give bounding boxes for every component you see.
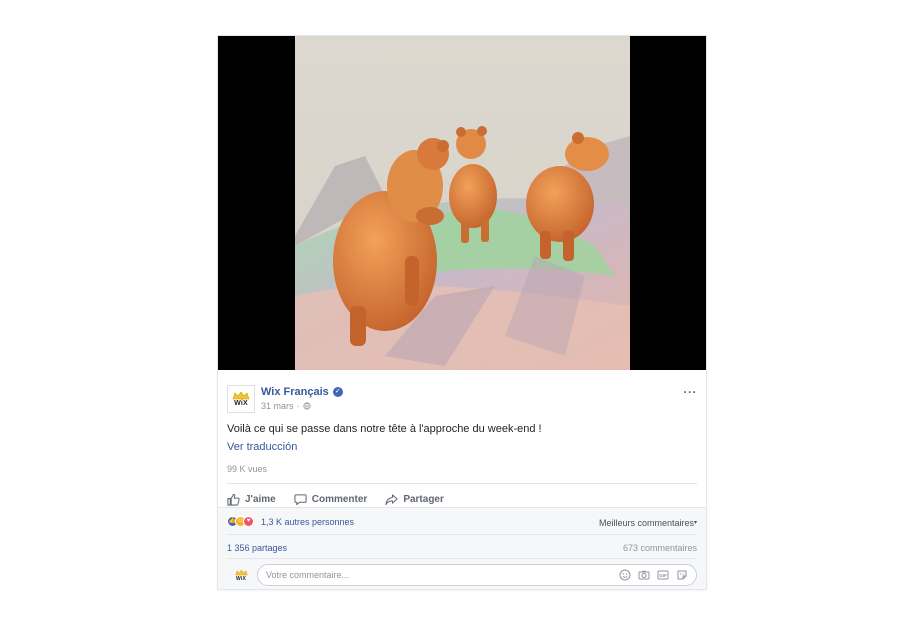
avatar-logo-text: WiX bbox=[234, 399, 248, 407]
audience-globe-icon bbox=[302, 402, 311, 410]
post-card: WiX Wix Français ✓ 31 mars · ··· Voilà c… bbox=[218, 36, 706, 589]
reaction-count[interactable]: 1,3 K autres personnes bbox=[261, 517, 354, 527]
share-count[interactable]: 1 356 partages bbox=[227, 543, 287, 553]
commenter-avatar[interactable]: WiX bbox=[231, 565, 251, 585]
post-header: WiX Wix Français ✓ 31 mars · ··· bbox=[227, 385, 697, 415]
like-label: J'aime bbox=[245, 493, 276, 505]
comment-bubble-icon bbox=[294, 493, 307, 505]
video-player[interactable] bbox=[218, 36, 706, 370]
post-meta: 31 mars · bbox=[261, 401, 311, 411]
verified-badge-icon: ✓ bbox=[332, 387, 343, 397]
camera-icon[interactable] bbox=[638, 569, 650, 581]
reactions-summary[interactable]: 👍 ☺ ♥ 1,3 K autres personnes bbox=[227, 516, 354, 527]
feedback-section: 👍 ☺ ♥ 1,3 K autres personnes Meilleurs c… bbox=[218, 507, 706, 589]
sticker-icon[interactable] bbox=[676, 569, 688, 581]
sort-label: Meilleurs commentaires bbox=[598, 518, 694, 528]
gif-icon[interactable]: GIF bbox=[657, 569, 669, 581]
page-avatar[interactable]: WiX bbox=[227, 385, 255, 413]
see-translation-link[interactable]: Ver traducción bbox=[227, 441, 297, 453]
dancing-bears-video-thumbnail bbox=[295, 36, 630, 370]
view-count: 99 K vues bbox=[227, 464, 268, 474]
page-name[interactable]: Wix Français bbox=[261, 386, 329, 398]
more-options-button[interactable]: ··· bbox=[684, 385, 698, 399]
divider bbox=[227, 558, 697, 559]
page-name-link[interactable]: Wix Français ✓ bbox=[261, 386, 343, 398]
thumbs-up-icon bbox=[227, 493, 240, 506]
comment-composer: WiX GIF bbox=[227, 562, 697, 588]
video-frame[interactable] bbox=[295, 36, 630, 370]
share-arrow-icon bbox=[385, 493, 398, 505]
comment-input[interactable] bbox=[266, 565, 606, 585]
love-reaction-icon: ♥ bbox=[243, 516, 254, 527]
comment-attachment-icons: GIF bbox=[619, 569, 688, 581]
crown-icon bbox=[232, 391, 250, 399]
emoji-icon[interactable] bbox=[619, 569, 631, 581]
comment-box[interactable]: GIF bbox=[257, 564, 697, 586]
avatar-logo-text: WiX bbox=[236, 575, 246, 582]
crown-icon bbox=[234, 569, 248, 575]
comment-sort-dropdown[interactable]: Meilleurs commentaires▾ bbox=[599, 518, 697, 528]
comment-count[interactable]: 673 commentaires bbox=[623, 543, 697, 553]
share-label: Partager bbox=[403, 493, 444, 505]
divider bbox=[227, 534, 697, 535]
post-message: Voilà ce qui se passe dans notre tête à … bbox=[227, 423, 542, 435]
svg-text:GIF: GIF bbox=[659, 573, 667, 578]
meta-separator: · bbox=[296, 401, 300, 411]
reaction-icons: 👍 ☺ ♥ bbox=[227, 516, 254, 527]
post-date[interactable]: 31 mars bbox=[261, 401, 294, 411]
caret-down-icon: ▾ bbox=[693, 520, 697, 526]
comment-label: Commenter bbox=[311, 493, 368, 505]
divider bbox=[227, 483, 697, 484]
